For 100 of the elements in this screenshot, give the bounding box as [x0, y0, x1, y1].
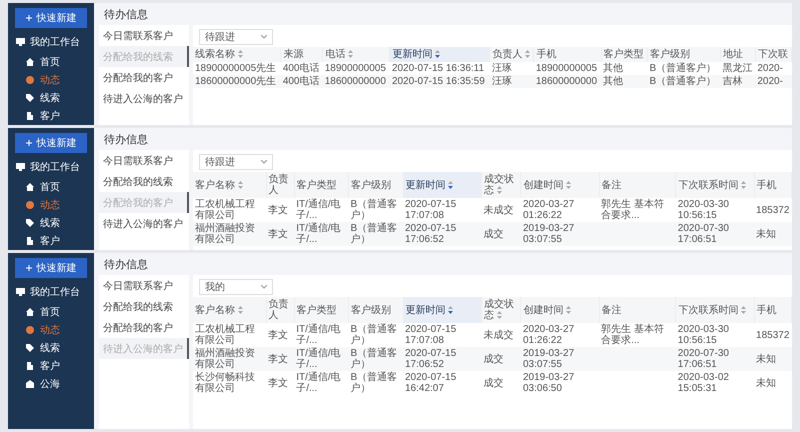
- table-cell: 黑龙江: [722, 63, 752, 74]
- filter-dropdown[interactable]: 我的: [199, 279, 273, 295]
- table-cell: B（普通客户）: [350, 223, 398, 245]
- column-header[interactable]: 客户级别: [348, 297, 403, 323]
- column-header[interactable]: 地址: [720, 47, 756, 62]
- tab[interactable]: 分配给我的线索: [99, 296, 189, 317]
- table-cell: 李文: [268, 378, 288, 388]
- column-header[interactable]: 客户级别: [647, 47, 720, 62]
- column-header[interactable]: 客户名称: [193, 297, 266, 323]
- filter-dropdown[interactable]: 待跟进: [199, 29, 273, 45]
- table-cell: 185372: [756, 204, 790, 216]
- column-header[interactable]: 负责人: [266, 172, 294, 198]
- column-header[interactable]: 更新时间: [403, 297, 482, 323]
- sort-icon: [496, 311, 502, 320]
- table-cell: 福州酒融投资有限公司: [195, 348, 255, 370]
- sidebar-item[interactable]: 首页: [8, 303, 94, 321]
- plus-icon: [26, 15, 32, 21]
- tab[interactable]: 待进入公海的客户: [99, 213, 189, 234]
- column-header[interactable]: 备注: [599, 172, 676, 198]
- sidebar-item[interactable]: 线索: [8, 89, 94, 107]
- sort-icon: [741, 180, 746, 189]
- table-cell: 未知: [756, 228, 776, 240]
- table-cell: IT/通信/电子/...: [296, 372, 341, 394]
- column-header[interactable]: 下次联: [755, 47, 792, 62]
- table-cell: 2020-07-30 17:06:51: [678, 348, 729, 370]
- tab[interactable]: 待进入公海的客户: [99, 88, 189, 109]
- sidebar-item[interactable]: 动态: [8, 196, 94, 214]
- column-header[interactable]: 手机: [754, 297, 792, 323]
- column-header[interactable]: 成交状态: [481, 172, 521, 198]
- table-cell: 2020-07-15 17:06:52: [405, 223, 456, 245]
- table-cell: B（普通客户）: [350, 324, 398, 346]
- table-cell: IT/通信/电子/...: [296, 223, 341, 245]
- table-cell: 李文: [268, 354, 288, 364]
- dot-icon: [26, 326, 34, 334]
- table-cell: 18600000000: [536, 76, 598, 87]
- quick-create-button[interactable]: 快速新建: [15, 258, 87, 278]
- table-cell: B（普通客户）: [649, 63, 716, 74]
- column-header[interactable]: 客户类型: [294, 297, 348, 323]
- quick-create-button[interactable]: 快速新建: [15, 8, 87, 28]
- table-cell: IT/通信/电子/...: [296, 324, 341, 346]
- column-header[interactable]: 线索名称: [193, 47, 281, 62]
- table-cell: 2020-: [757, 76, 783, 87]
- sidebar-item[interactable]: 首页: [8, 53, 94, 71]
- column-header[interactable]: 创建时间: [520, 297, 600, 323]
- table-cell: 2020-03-30 10:56:15: [678, 199, 729, 221]
- home-icon: [26, 308, 34, 316]
- column-header[interactable]: 负责人: [490, 47, 534, 62]
- table-cell: 185372: [756, 330, 790, 340]
- quick-create-button[interactable]: 快速新建: [15, 133, 87, 153]
- table-cell: 郭先生 基本符合要求...: [601, 324, 664, 346]
- column-header[interactable]: 下次联系时间: [676, 172, 754, 198]
- sidebar-item[interactable]: 动态: [8, 321, 94, 339]
- column-header[interactable]: 客户级别: [348, 172, 403, 198]
- sidebar-item[interactable]: 客户: [8, 107, 94, 125]
- column-header[interactable]: 来源: [280, 47, 323, 62]
- workspace-heading: 我的工作台: [30, 36, 80, 49]
- sidebar-item[interactable]: 线索: [8, 214, 94, 232]
- sidebar-item[interactable]: 动态: [8, 71, 94, 89]
- column-header[interactable]: 手机: [534, 47, 602, 62]
- tab[interactable]: 分配给我的客户: [99, 67, 189, 88]
- table-cell: 2020-07-15 16:36:11: [392, 63, 484, 74]
- sidebar-item[interactable]: 公海: [8, 375, 94, 393]
- tab[interactable]: 今日需联系客户: [99, 150, 189, 171]
- filter-dropdown[interactable]: 待跟进: [199, 154, 273, 170]
- column-header[interactable]: 成交状态: [481, 297, 521, 323]
- sort-icon: [566, 306, 572, 314]
- tab[interactable]: 分配给我的线索: [99, 171, 189, 192]
- sort-icon: [741, 306, 746, 314]
- caret-icon: [261, 285, 267, 289]
- column-header[interactable]: 备注: [599, 297, 676, 323]
- column-header[interactable]: 手机: [754, 172, 792, 198]
- sidebar-item[interactable]: 线索: [8, 339, 94, 357]
- column-header[interactable]: 客户类型: [601, 47, 648, 62]
- column-header[interactable]: 电话: [322, 47, 390, 62]
- column-header[interactable]: 下次联系时间: [676, 297, 754, 323]
- home-icon: [26, 58, 34, 66]
- column-header[interactable]: 客户名称: [193, 172, 266, 198]
- building-icon: [26, 362, 34, 370]
- dot-icon: [26, 76, 34, 84]
- plus-icon: [26, 140, 32, 146]
- column-header[interactable]: 创建时间: [520, 172, 600, 198]
- sidebar-item[interactable]: 客户: [8, 232, 94, 250]
- tab[interactable]: 今日需联系客户: [99, 25, 189, 46]
- dot-icon: [26, 201, 34, 209]
- table-cell: 2020-03-02 15:05:31: [678, 372, 729, 394]
- monitor-icon: [16, 38, 25, 46]
- tab[interactable]: 分配给我的客户: [99, 317, 189, 338]
- sidebar-item[interactable]: 客户: [8, 357, 94, 375]
- column-header[interactable]: 负责人: [266, 297, 294, 323]
- table-cell: 2020-07-15 16:42:07: [405, 372, 456, 394]
- table-cell: 2020-03-27 01:26:22: [522, 324, 574, 346]
- table-cell: 汪琢: [492, 76, 512, 87]
- column-header[interactable]: 更新时间: [403, 172, 482, 198]
- sidebar-item[interactable]: 首页: [8, 178, 94, 196]
- column-header[interactable]: 客户类型: [294, 172, 348, 198]
- table-cell: 18900000005: [324, 63, 386, 74]
- plus-icon: [26, 265, 32, 271]
- table-cell: 2019-03-27 03:07:55: [522, 223, 574, 245]
- tab[interactable]: 今日需联系客户: [99, 275, 189, 296]
- column-header[interactable]: 更新时间: [390, 47, 490, 62]
